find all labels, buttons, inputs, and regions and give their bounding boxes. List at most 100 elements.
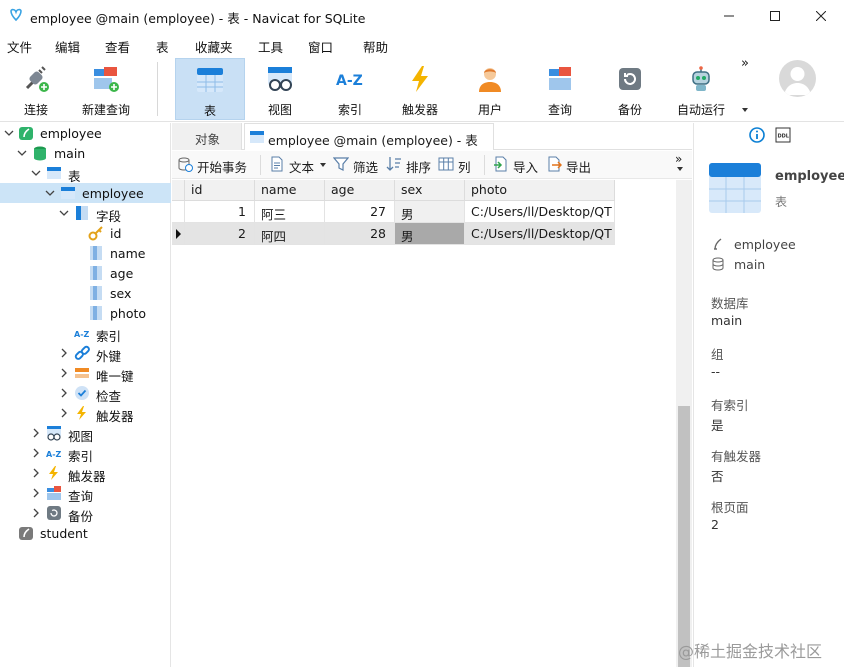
grid-cell[interactable]: 男 [395, 201, 465, 223]
column-header-name[interactable]: name [255, 180, 325, 201]
row-marker[interactable] [172, 201, 185, 223]
tree-database-main[interactable]: main [0, 143, 171, 163]
new-query-button[interactable]: 新建查询 [71, 58, 141, 120]
ddl-icon[interactable]: DDL [775, 127, 791, 143]
scrollbar-thumb[interactable] [678, 406, 690, 667]
chevron-down-icon[interactable] [44, 187, 56, 199]
text-button[interactable]: 文本 [269, 156, 331, 175]
menu-help[interactable]: 帮助 [363, 37, 388, 56]
maximize-button[interactable] [752, 0, 798, 32]
minimize-button[interactable] [706, 0, 752, 32]
chevron-right-icon[interactable] [58, 387, 70, 399]
begin-transaction-button[interactable]: 开始事务 [177, 156, 253, 175]
grid-cell[interactable]: 2 [185, 223, 255, 245]
chevron-right-icon[interactable] [58, 347, 70, 359]
index-button[interactable]: A-Z 索引 [315, 58, 385, 120]
close-button[interactable] [798, 0, 844, 32]
lightning-icon [405, 64, 435, 94]
check-circle-icon [74, 385, 90, 401]
grid-cell[interactable]: 28 [325, 223, 395, 245]
tree-queries[interactable]: 查询 [0, 483, 171, 504]
info-icon[interactable] [749, 127, 765, 143]
chevron-right-icon[interactable] [58, 367, 70, 379]
filter-button[interactable]: 筛选 [332, 156, 383, 175]
chevron-down-icon[interactable] [58, 207, 70, 219]
auto-run-button[interactable]: 自动运行 [665, 58, 737, 120]
grid-cell[interactable]: C:/Users/ll/Desktop/QT [465, 201, 615, 223]
column-icon [88, 285, 104, 301]
tree-field-id[interactable]: id [0, 223, 171, 243]
database-icon [32, 145, 48, 161]
tab-objects[interactable]: 对象 [172, 123, 242, 150]
tree-table-employee[interactable]: employee [0, 183, 171, 203]
tree-fields-folder[interactable]: 字段 [0, 203, 171, 224]
trigger-label: 触发器 [401, 103, 438, 117]
selected-grid-cell[interactable]: 男 [395, 223, 465, 245]
tree-field-sex[interactable]: sex [0, 283, 171, 303]
tree-tables-folder[interactable]: 表 [0, 163, 171, 184]
toolbar-dropdown-icon[interactable] [742, 108, 748, 112]
chevron-down-icon[interactable] [3, 127, 15, 139]
menu-file[interactable]: 文件 [7, 37, 32, 56]
tree-field-age[interactable]: age [0, 263, 171, 283]
grid-cell[interactable]: 阿三 [255, 201, 325, 223]
table-button[interactable]: 表 [175, 58, 245, 120]
tree-backups[interactable]: 备份 [0, 503, 171, 524]
avatar[interactable] [779, 60, 816, 97]
menu-favorites[interactable]: 收藏夹 [195, 37, 233, 56]
tree-triggers-db[interactable]: 触发器 [0, 463, 171, 484]
tab-employee-table[interactable]: employee @main (employee) - 表 [244, 123, 494, 150]
chevron-right-icon[interactable] [30, 467, 42, 479]
tree-checks[interactable]: 检查 [0, 383, 171, 404]
tree-unique-keys[interactable]: 唯一键 [0, 363, 171, 384]
tree-indexes[interactable]: A-Z 索引 [0, 323, 171, 344]
columns-button[interactable]: 列 [438, 156, 478, 175]
chevron-right-icon[interactable] [30, 427, 42, 439]
navicat-logo-icon [8, 7, 24, 23]
query-button[interactable]: 查询 [525, 58, 595, 120]
tree-triggers-sub[interactable]: 触发器 [0, 403, 171, 424]
menu-tools[interactable]: 工具 [258, 37, 283, 56]
tree-indexes-db[interactable]: A-Z 索引 [0, 443, 171, 464]
grid-cell[interactable]: C:/Users/ll/Desktop/QT [465, 223, 615, 245]
export-button[interactable]: 导出 [546, 156, 596, 175]
chevron-right-icon[interactable] [30, 507, 42, 519]
chevron-down-icon[interactable] [30, 167, 42, 179]
column-header-photo[interactable]: photo [465, 180, 615, 201]
toolbar-separator [157, 62, 158, 116]
tree-field-photo[interactable]: photo [0, 303, 171, 323]
column-header-age[interactable]: age [325, 180, 395, 201]
tree-field-name[interactable]: name [0, 243, 171, 263]
subtoolbar-dropdown-icon[interactable] [677, 167, 683, 171]
grid-cell[interactable]: 阿四 [255, 223, 325, 245]
tree-views[interactable]: 视图 [0, 423, 171, 444]
menu-window[interactable]: 窗口 [308, 37, 333, 56]
user-icon [475, 64, 505, 94]
menu-table[interactable]: 表 [156, 37, 169, 56]
view-button[interactable]: 视图 [245, 58, 315, 120]
user-button[interactable]: 用户 [455, 58, 525, 120]
tree-foreign-keys[interactable]: 外键 [0, 343, 171, 364]
sort-button[interactable]: 排序 [386, 156, 436, 175]
menu-view[interactable]: 查看 [105, 37, 130, 56]
column-header-id[interactable]: id [185, 180, 255, 201]
subtoolbar-overflow-button[interactable]: » [675, 152, 682, 166]
import-button[interactable]: 导入 [493, 156, 543, 175]
connect-button[interactable]: 连接 [1, 58, 71, 120]
chevron-right-icon[interactable] [58, 407, 70, 419]
chevron-right-icon[interactable] [30, 447, 42, 459]
vertical-scrollbar[interactable] [676, 180, 692, 667]
backup-button[interactable]: 备份 [595, 58, 665, 120]
chevron-right-icon[interactable] [30, 487, 42, 499]
tree-connection-employee[interactable]: employee [0, 123, 171, 143]
column-header-sex[interactable]: sex [395, 180, 465, 201]
tree-connection-student[interactable]: student [0, 523, 171, 543]
trigger-button[interactable]: 触发器 [385, 58, 455, 120]
menu-edit[interactable]: 编辑 [55, 37, 80, 56]
current-row-marker[interactable] [172, 223, 185, 245]
grid-cell[interactable]: 1 [185, 201, 255, 223]
root-page-label: 根页面 [711, 500, 749, 515]
grid-cell[interactable]: 27 [325, 201, 395, 223]
chevron-down-icon[interactable] [16, 147, 28, 159]
toolbar-overflow-button[interactable]: » [741, 56, 749, 71]
